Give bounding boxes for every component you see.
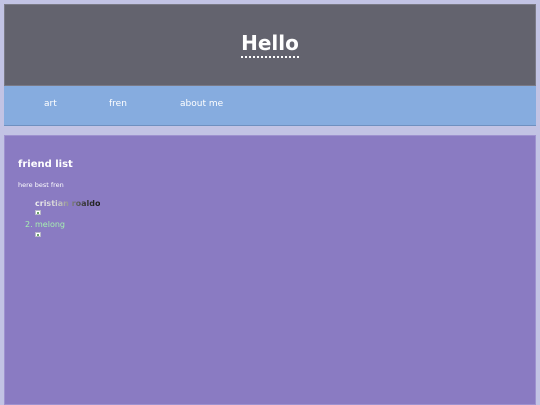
friend-item-number: 2. [25, 220, 33, 229]
nav-link-about-me[interactable]: about me [180, 100, 223, 109]
page-header: Hello [4, 4, 536, 86]
nav-bar: art fren about me [4, 86, 536, 126]
page-title-abbr[interactable]: Hello [241, 31, 299, 58]
broken-image-icon [35, 210, 41, 215]
page-title: Hello [5, 31, 535, 58]
nav-link-art[interactable]: art [44, 100, 57, 109]
friend-item-name: melong [35, 220, 65, 229]
nav-link-fren[interactable]: fren [109, 100, 127, 109]
friend-item-name: cristian roaldo [35, 199, 101, 208]
friend-item: 2. melong [25, 221, 65, 229]
section-description: here best fren [18, 181, 64, 189]
main-content: friend list here best fren cristian roal… [4, 135, 536, 405]
section-heading: friend list [18, 159, 73, 170]
broken-image-icon [35, 232, 41, 237]
